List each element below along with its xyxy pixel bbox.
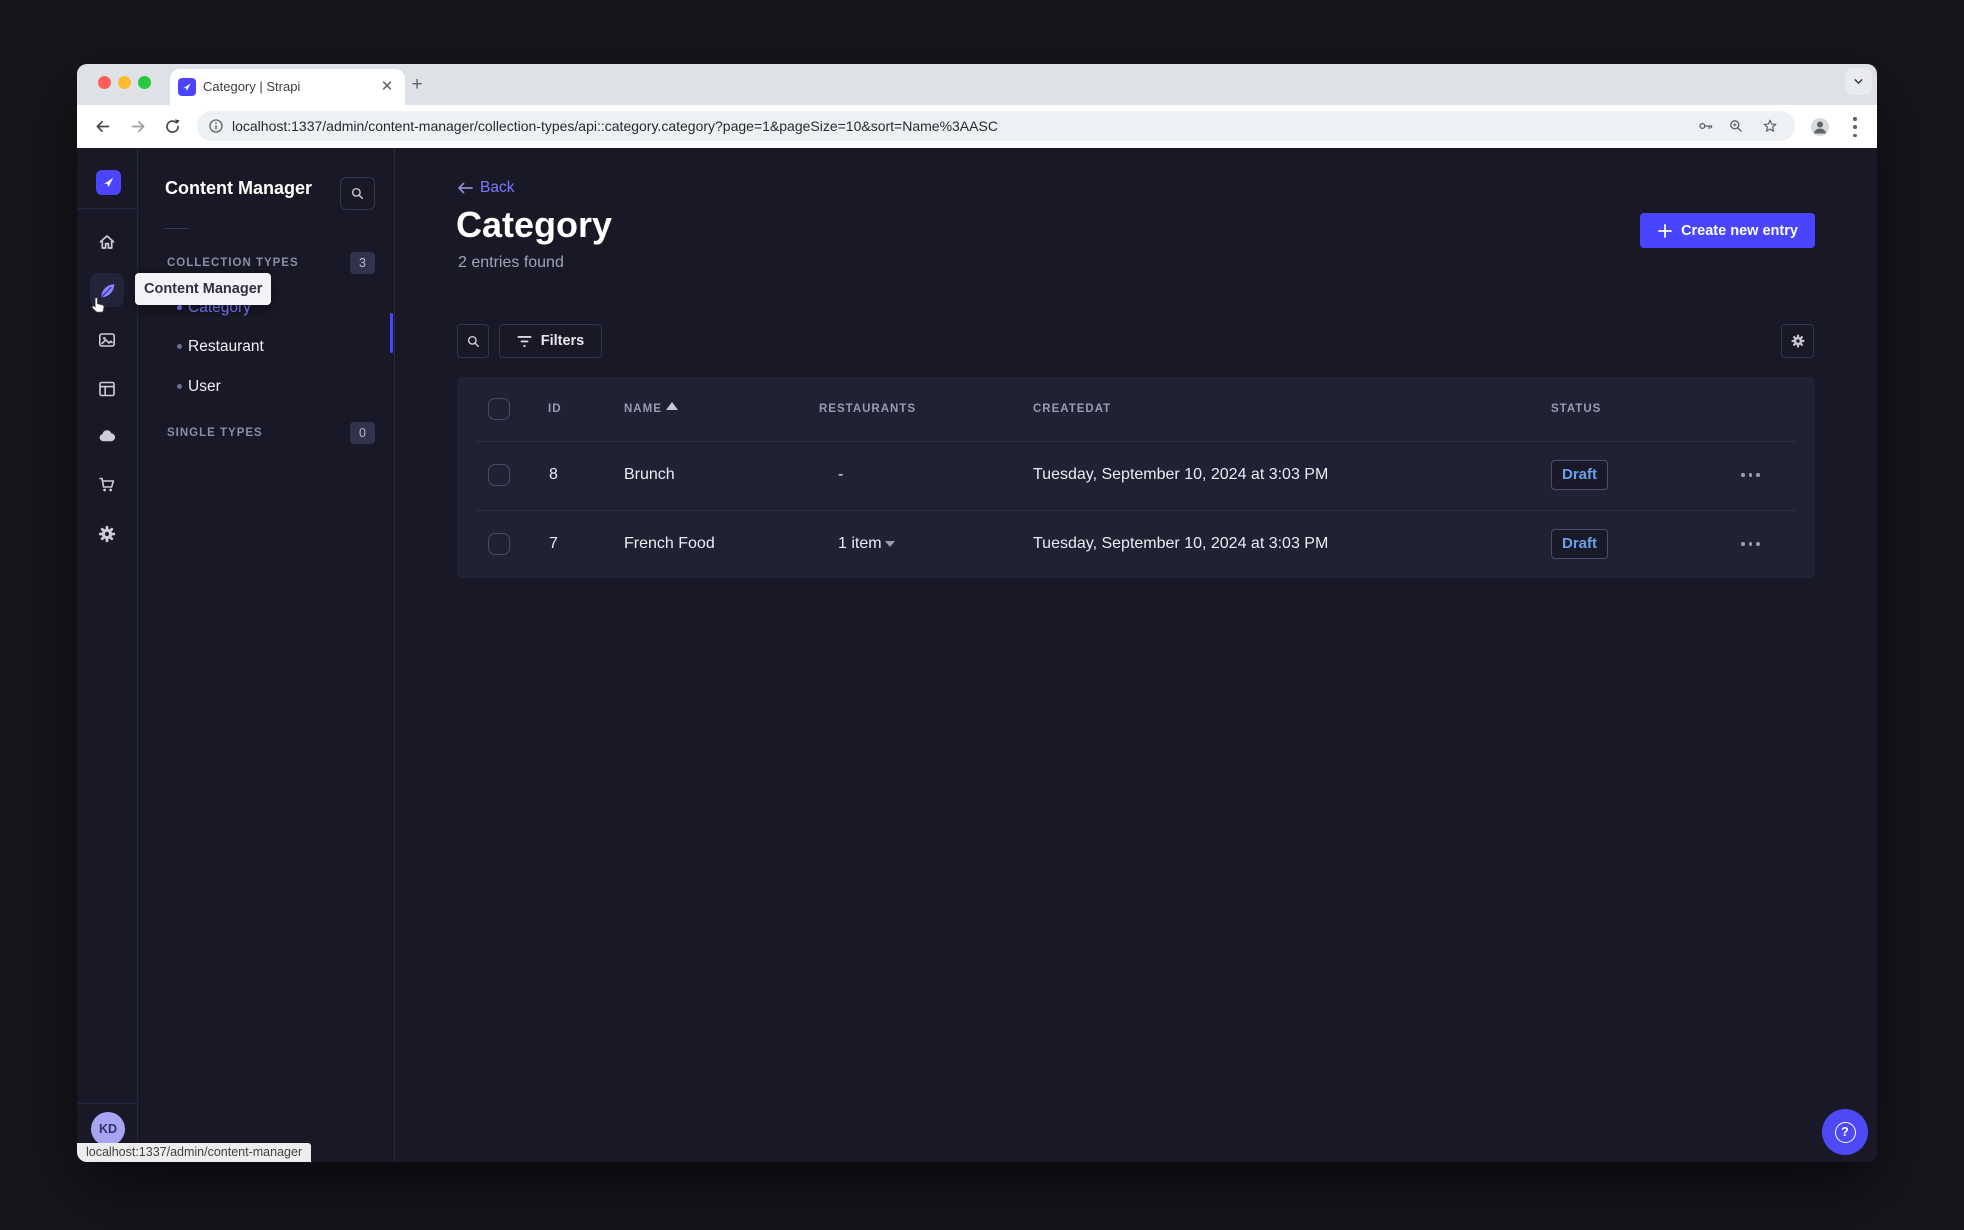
content-type-builder-icon[interactable] [97,379,117,399]
cell-restaurants: - [838,466,844,483]
url-bar[interactable]: localhost:1337/admin/content-manager/col… [197,111,1795,141]
column-header-id[interactable]: ID [548,402,562,416]
hand-cursor [91,296,105,313]
single-types-count-badge: 0 [350,422,375,444]
active-item-indicator [390,313,393,353]
row-checkbox[interactable] [488,464,510,486]
page-info-icon[interactable] [208,118,224,134]
row-actions-icon[interactable] [1741,541,1765,547]
cell-name: French Food [624,535,715,552]
user-avatar[interactable]: KD [91,1112,125,1146]
collection-types-label: COLLECTION TYPES [167,257,299,269]
minimize-window-button[interactable] [118,76,131,89]
tab-search-button[interactable] [1845,68,1872,95]
entries-count: 2 entries found [458,254,564,271]
cell-createdat: Tuesday, September 10, 2024 at 3:03 PM [1033,466,1329,483]
gear-icon [1790,334,1805,348]
cloud-icon[interactable] [97,426,117,446]
filter-icon [517,335,532,347]
content-manager-tooltip: Content Manager [135,273,272,305]
cell-name: Brunch [624,466,675,483]
reload-icon[interactable] [164,118,181,135]
maximize-window-button[interactable] [138,76,151,89]
forward-icon[interactable] [130,118,147,135]
browser-status-bar: localhost:1337/admin/content-manager [77,1143,312,1162]
sidebar-item-user[interactable]: User [188,377,221,397]
back-arrow-icon [458,182,473,194]
tab-strip: Category | Strapi ✕ + [77,64,1877,105]
collection-types-count-badge: 3 [350,252,375,274]
help-button[interactable]: ? [1822,1109,1868,1155]
cell-restaurants: 1 item [838,535,882,552]
column-header-status[interactable]: STATUS [1551,402,1601,416]
sidebar-item-restaurant[interactable]: Restaurant [188,337,264,357]
main-content: Back Category 2 entries found Create new… [395,148,1877,1162]
cell-id: 7 [549,535,558,552]
cell-createdat: Tuesday, September 10, 2024 at 3:03 PM [1033,535,1329,552]
filters-button[interactable]: Filters [499,324,602,358]
bookmark-star-icon[interactable] [1762,118,1778,134]
home-icon[interactable] [97,232,117,252]
strapi-logo[interactable] [96,170,121,195]
tab-title: Category | Strapi [203,79,301,94]
back-icon[interactable] [94,118,111,135]
nav-rail: KD [77,148,138,1162]
new-tab-button[interactable]: + [404,73,430,99]
password-key-icon[interactable] [1698,118,1714,134]
table-settings-button[interactable] [1781,324,1814,358]
media-library-icon[interactable] [97,330,117,350]
column-header-createdat[interactable]: CREATEDAT [1033,402,1111,416]
strapi-favicon [178,78,196,96]
status-badge: Draft [1551,460,1608,490]
plus-icon [1658,223,1672,238]
browser-window: Category | Strapi ✕ + localhost:1337/adm… [77,64,1877,1162]
browser-tab[interactable]: Category | Strapi ✕ [170,69,405,105]
zoom-icon[interactable] [1728,118,1744,134]
search-icon [467,335,479,347]
row-checkbox[interactable] [488,533,510,555]
browser-profile-icon[interactable] [1810,117,1830,137]
strapi-admin-app: KD Content Manager COLLECTION TYPES 3 Ca… [77,148,1877,1162]
settings-gear-icon[interactable] [97,524,117,544]
subnav-title: Content Manager [165,178,313,198]
select-all-checkbox[interactable] [488,398,510,420]
cell-id: 8 [549,466,558,483]
browser-toolbar: localhost:1337/admin/content-manager/col… [77,105,1877,148]
browser-menu-icon[interactable] [1853,117,1857,137]
marketplace-cart-icon[interactable] [97,475,117,495]
column-header-name[interactable]: NAME [624,402,662,416]
create-new-entry-button[interactable]: Create new entry [1640,213,1815,248]
sort-ascending-icon[interactable] [666,402,678,410]
question-mark-icon: ? [1834,1121,1856,1143]
expand-relation-caret-icon[interactable] [885,541,895,547]
search-icon [351,187,364,200]
tab-close-icon[interactable]: ✕ [379,69,395,105]
url-text[interactable]: localhost:1337/admin/content-manager/col… [232,111,998,141]
single-types-label: SINGLE TYPES [167,427,263,439]
table-search-button[interactable] [457,324,489,358]
subnav-search-button[interactable] [340,177,375,210]
column-header-restaurants[interactable]: RESTAURANTS [819,402,916,416]
close-window-button[interactable] [98,76,111,89]
page-title: Category [456,204,613,245]
row-actions-icon[interactable] [1741,472,1765,478]
status-badge: Draft [1551,529,1608,559]
entries-table: ID NAME RESTAURANTS CREATEDAT STATUS 8 B… [457,377,1815,578]
